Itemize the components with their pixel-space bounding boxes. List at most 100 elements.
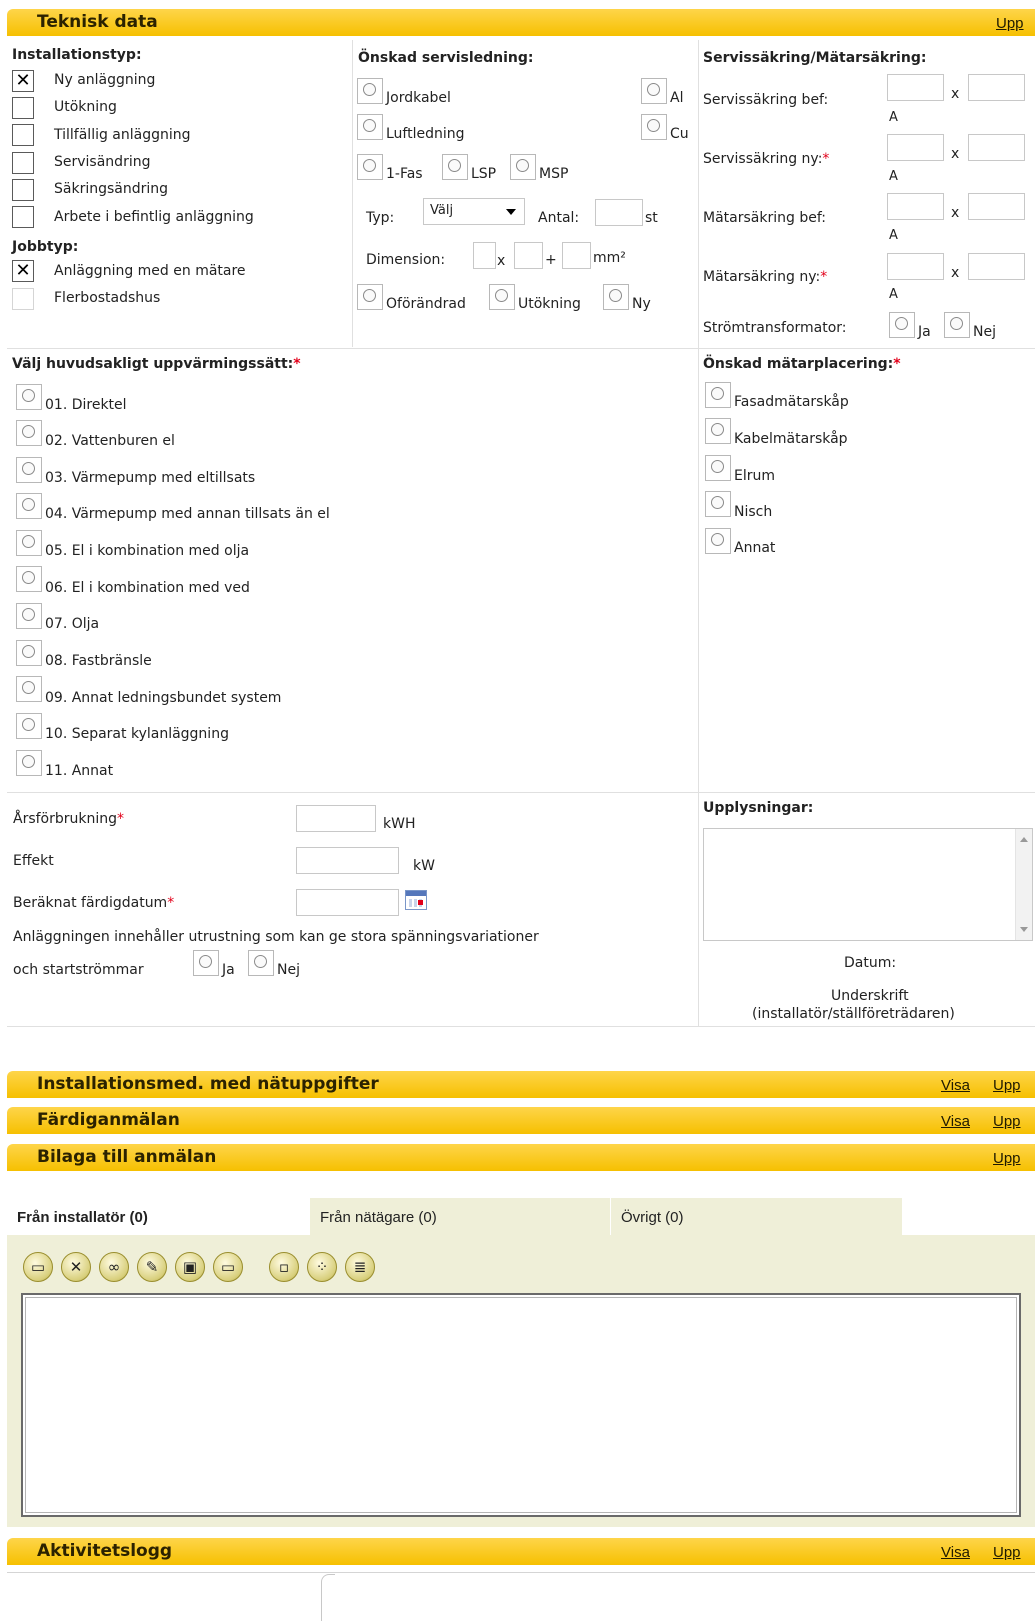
- matarsakring-ny-input-2[interactable]: [968, 253, 1025, 280]
- fardigdatum-label: Beräknat färdigdatum*: [13, 895, 175, 911]
- radio-uppvarmning-01[interactable]: [16, 384, 42, 410]
- radio-label: 1-Fas: [386, 166, 423, 182]
- attachment-list[interactable]: [21, 1293, 1021, 1517]
- upp-link[interactable]: Upp: [993, 1150, 1021, 1167]
- radio-luftledning[interactable]: [357, 114, 383, 140]
- uppvarmning-heading: Välj huvudsakligt uppvärmingssätt:*: [12, 356, 301, 372]
- calendar-icon[interactable]: [405, 890, 427, 910]
- tab-ovrigt[interactable]: Övrigt (0): [610, 1198, 902, 1235]
- radio-uppvarmning-11[interactable]: [16, 750, 42, 776]
- upplysningar-heading: Upplysningar:: [703, 800, 814, 816]
- view-icon[interactable]: ∞: [99, 1252, 129, 1282]
- delete-icon[interactable]: ✕: [61, 1252, 91, 1282]
- fardigdatum-input[interactable]: [296, 889, 399, 916]
- radio-uppvarmning-10[interactable]: [16, 713, 42, 739]
- dimension-input-3[interactable]: [562, 242, 591, 269]
- checkbox-tillfallig[interactable]: [12, 124, 34, 146]
- visa-link[interactable]: Visa: [941, 1113, 970, 1130]
- upp-link[interactable]: Upp: [993, 1113, 1021, 1130]
- servisledning-heading: Önskad servisledning:: [358, 50, 534, 66]
- section-header-teknisk-data: Teknisk data Upp: [7, 9, 1035, 36]
- radio-msp[interactable]: [510, 154, 536, 180]
- checkbox-arbete-befintlig[interactable]: [12, 206, 34, 228]
- save-icon[interactable]: ▣: [175, 1252, 205, 1282]
- scrollbar[interactable]: [1015, 829, 1032, 940]
- dimension-input-1[interactable]: [473, 242, 496, 269]
- radio-label: Ny: [632, 296, 651, 312]
- radio-ny[interactable]: [603, 284, 629, 310]
- divider: [352, 40, 353, 347]
- radio-lsp[interactable]: [442, 154, 468, 180]
- matarsakring-ny-input-1[interactable]: [887, 253, 944, 280]
- matarsakring-bef-input-1[interactable]: [887, 193, 944, 220]
- radio-uppvarmning-03[interactable]: [16, 457, 42, 483]
- checkbox-servisandring[interactable]: [12, 152, 34, 174]
- radio-nisch[interactable]: [705, 491, 731, 517]
- checkbox-flerbostadshus[interactable]: [12, 288, 34, 310]
- list-view-icon[interactable]: ≣: [345, 1252, 375, 1282]
- upp-link[interactable]: Upp: [996, 15, 1024, 32]
- radio-spanning-ja[interactable]: [193, 950, 219, 976]
- checkbox-ny-anlaggning[interactable]: ✕: [12, 70, 34, 92]
- servissakring-bef-input-2[interactable]: [968, 74, 1025, 101]
- divider: [7, 348, 1035, 349]
- radio-label: Ja: [918, 324, 931, 340]
- sakring-label: Servissäkring bef:: [703, 92, 829, 108]
- radio-uppvarmning-06[interactable]: [16, 566, 42, 592]
- radio-strom-ja[interactable]: [889, 312, 915, 338]
- radio-strom-nej[interactable]: [944, 312, 970, 338]
- radio-oforandrad[interactable]: [357, 284, 383, 310]
- antal-input[interactable]: [595, 199, 643, 226]
- radio-uppvarmning-02[interactable]: [16, 420, 42, 446]
- radio-al[interactable]: [641, 78, 667, 104]
- edit-icon[interactable]: ✎: [137, 1252, 167, 1282]
- folder-icon[interactable]: ▭: [213, 1252, 243, 1282]
- small-icons-view-icon[interactable]: ⁘: [307, 1252, 337, 1282]
- radio-utokning[interactable]: [489, 284, 515, 310]
- arsforbrukning-input[interactable]: [296, 805, 376, 832]
- radio-spanning-nej[interactable]: [248, 950, 274, 976]
- radio-uppvarmning-07[interactable]: [16, 603, 42, 629]
- effekt-input[interactable]: [296, 847, 399, 874]
- radio-uppvarmning-04[interactable]: [16, 493, 42, 519]
- checkbox-sakringsandring[interactable]: [12, 179, 34, 201]
- visa-link[interactable]: Visa: [941, 1077, 970, 1094]
- radio-annat[interactable]: [705, 528, 731, 554]
- radio-fasadmatarskap[interactable]: [705, 382, 731, 408]
- large-icons-view-icon[interactable]: ▫: [269, 1252, 299, 1282]
- matarsakring-bef-input-2[interactable]: [968, 193, 1025, 220]
- servissakring-ny-input-1[interactable]: [887, 134, 944, 161]
- radio-uppvarmning-08[interactable]: [16, 640, 42, 666]
- radio-1-fas[interactable]: [357, 154, 383, 180]
- tab-fran-installator[interactable]: Från installatör (0): [7, 1198, 309, 1235]
- divider: [7, 1026, 1035, 1027]
- scroll-down-icon[interactable]: [1020, 927, 1028, 932]
- dimension-input-2[interactable]: [514, 242, 543, 269]
- radio-uppvarmning-09[interactable]: [16, 676, 42, 702]
- radio-label: 07. Olja: [45, 616, 100, 632]
- unit-a: A: [889, 110, 898, 125]
- jobbtyp-heading: Jobbtyp:: [12, 239, 79, 255]
- checkbox-en-matare[interactable]: ✕: [12, 260, 34, 282]
- unit-a: A: [889, 228, 898, 243]
- servissakring-bef-input-1[interactable]: [887, 74, 944, 101]
- open-folder-icon[interactable]: ▭: [23, 1252, 53, 1282]
- upp-link[interactable]: Upp: [993, 1077, 1021, 1094]
- radio-label: MSP: [539, 166, 569, 182]
- antal-label: Antal:: [538, 210, 580, 226]
- radio-elrum[interactable]: [705, 455, 731, 481]
- checkbox-utokning[interactable]: [12, 97, 34, 119]
- upp-link[interactable]: Upp: [993, 1544, 1021, 1561]
- radio-jordkabel[interactable]: [357, 78, 383, 104]
- visa-link[interactable]: Visa: [941, 1544, 970, 1561]
- scroll-up-icon[interactable]: [1020, 837, 1028, 842]
- radio-label: 10. Separat kylanläggning: [45, 726, 229, 742]
- radio-kabelmatarskap[interactable]: [705, 418, 731, 444]
- tab-fran-natagare[interactable]: Från nätägare (0): [309, 1198, 610, 1235]
- radio-cu[interactable]: [641, 114, 667, 140]
- servissakring-ny-input-2[interactable]: [968, 134, 1025, 161]
- typ-select[interactable]: Välj: [423, 198, 525, 225]
- underskrift-label: Underskrift: [831, 988, 909, 1004]
- upplysningar-textarea[interactable]: [703, 828, 1033, 941]
- radio-uppvarmning-05[interactable]: [16, 530, 42, 556]
